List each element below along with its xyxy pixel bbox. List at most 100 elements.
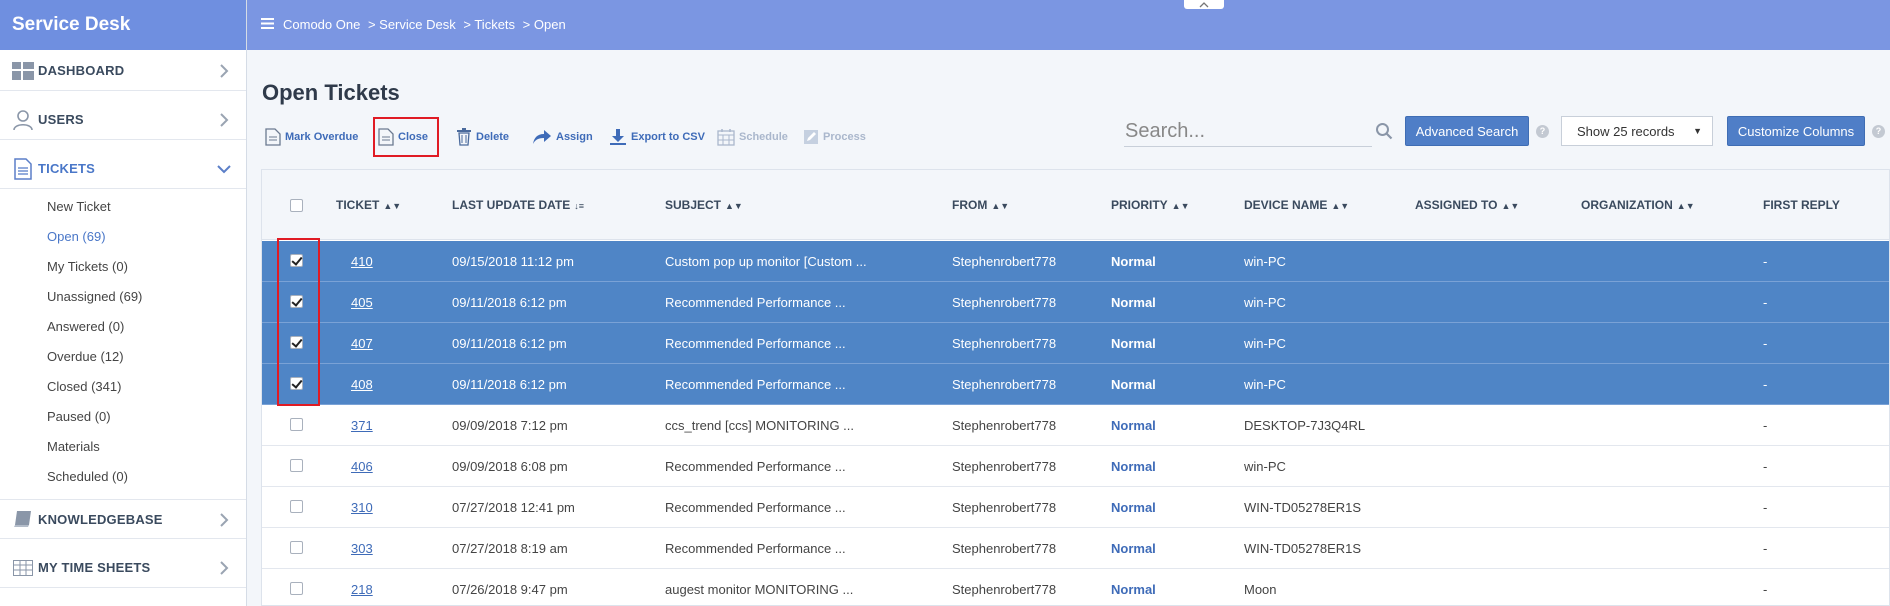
collapse-header-tab[interactable]: [1184, 0, 1224, 9]
ticket-id-link[interactable]: 218: [351, 582, 373, 597]
col-first-reply[interactable]: FIRST REPLY: [1763, 198, 1840, 212]
from-cell: Stephenrobert778: [952, 582, 1057, 597]
last-update-cell: 09/09/2018 6:08 pm: [452, 459, 568, 474]
subject-cell[interactable]: Custom pop up monitor [Custom ...: [665, 254, 867, 269]
table-row[interactable]: 406 09/09/2018 6:08 pm Recommended Perfo…: [262, 446, 1889, 487]
device-cell: win-PC: [1244, 377, 1286, 392]
advanced-search-button[interactable]: Advanced Search: [1405, 116, 1529, 146]
table-row[interactable]: 407 09/11/2018 6:12 pm Recommended Perfo…: [262, 323, 1889, 364]
ticket-id-link[interactable]: 406: [351, 459, 373, 474]
chevron-right-icon: [220, 113, 229, 127]
ticket-id-link[interactable]: 408: [351, 377, 373, 392]
mark-overdue-button[interactable]: Mark Overdue: [265, 124, 358, 150]
subject-cell[interactable]: Recommended Performance ...: [665, 500, 846, 515]
nav-dashboard[interactable]: DASHBOARD: [0, 51, 246, 91]
row-checkbox[interactable]: [290, 418, 303, 431]
table-row[interactable]: 310 07/27/2018 12:41 pm Recommended Perf…: [262, 487, 1889, 528]
row-checkbox[interactable]: [290, 541, 303, 554]
priority-cell: Normal: [1111, 336, 1156, 351]
breadcrumb-service-desk[interactable]: > Service Desk: [368, 17, 456, 32]
sub-overdue[interactable]: Overdue (12): [47, 349, 124, 364]
subject-cell[interactable]: Recommended Performance ...: [665, 295, 846, 310]
table-row[interactable]: 371 09/09/2018 7:12 pm ccs_trend [ccs] M…: [262, 405, 1889, 446]
caret-down-icon: ▼: [1693, 126, 1702, 136]
subject-cell[interactable]: Recommended Performance ...: [665, 541, 846, 556]
sub-my-tickets[interactable]: My Tickets (0): [47, 259, 128, 274]
from-cell: Stephenrobert778: [952, 336, 1057, 351]
ticket-id-link[interactable]: 371: [351, 418, 373, 433]
nav-tickets[interactable]: TICKETS: [0, 149, 246, 189]
subject-cell[interactable]: Recommended Performance ...: [665, 377, 846, 392]
subject-cell[interactable]: augest monitor MONITORING ...: [665, 582, 853, 597]
records-per-page-select[interactable]: Show 25 records ▼: [1561, 116, 1713, 146]
trash-icon: [457, 128, 471, 146]
priority-cell: Normal: [1111, 418, 1156, 433]
assign-label: Assign: [556, 131, 593, 143]
brand-title[interactable]: Service Desk: [0, 0, 246, 50]
select-all-checkbox[interactable]: [290, 199, 303, 212]
device-cell: Moon: [1244, 582, 1277, 597]
records-select-value: Show 25 records: [1577, 123, 1675, 139]
search-input[interactable]: [1124, 117, 1372, 147]
user-icon: [11, 109, 35, 131]
table-icon: [11, 557, 35, 579]
from-cell: Stephenrobert778: [952, 295, 1057, 310]
priority-cell: Normal: [1111, 295, 1156, 310]
export-csv-button[interactable]: Export to CSV: [609, 124, 705, 150]
delete-button[interactable]: Delete: [456, 124, 509, 150]
sub-closed[interactable]: Closed (341): [47, 379, 121, 394]
table-row[interactable]: 410 09/15/2018 11:12 pm Custom pop up mo…: [262, 241, 1889, 282]
customize-columns-button[interactable]: Customize Columns: [1727, 116, 1865, 146]
col-priority[interactable]: PRIORITY ▲▼: [1111, 198, 1190, 212]
nav-users[interactable]: USERS: [0, 100, 246, 140]
device-cell: win-PC: [1244, 295, 1286, 310]
search-icon[interactable]: [1375, 122, 1393, 140]
sub-materials[interactable]: Materials: [47, 439, 100, 454]
col-from[interactable]: FROM ▲▼: [952, 198, 1009, 212]
col-priority-label: PRIORITY: [1111, 198, 1168, 212]
sub-new-ticket[interactable]: New Ticket: [47, 199, 111, 214]
table-row[interactable]: 408 09/11/2018 6:12 pm Recommended Perfo…: [262, 364, 1889, 405]
col-last-update[interactable]: LAST UPDATE DATE ↓≡: [452, 198, 584, 212]
ticket-id-link[interactable]: 407: [351, 336, 373, 351]
sub-scheduled[interactable]: Scheduled (0): [47, 469, 128, 484]
help-icon[interactable]: ?: [1872, 125, 1885, 138]
assign-button[interactable]: Assign: [532, 124, 593, 150]
sub-paused[interactable]: Paused (0): [47, 409, 111, 424]
priority-cell: Normal: [1111, 459, 1156, 474]
first-reply-cell: -: [1763, 541, 1768, 556]
col-assigned[interactable]: ASSIGNED TO ▲▼: [1415, 198, 1519, 212]
table-row[interactable]: 405 09/11/2018 6:12 pm Recommended Perfo…: [262, 282, 1889, 323]
process-button[interactable]: Process: [803, 124, 866, 150]
subject-cell[interactable]: ccs_trend [ccs] MONITORING ...: [665, 418, 854, 433]
sub-open[interactable]: Open (69): [47, 229, 106, 244]
row-checkbox[interactable]: [290, 459, 303, 472]
col-organization[interactable]: ORGANIZATION ▲▼: [1581, 198, 1695, 212]
ticket-id-link[interactable]: 310: [351, 500, 373, 515]
from-cell: Stephenrobert778: [952, 500, 1057, 515]
ticket-id-link[interactable]: 405: [351, 295, 373, 310]
row-checkbox[interactable]: [290, 582, 303, 595]
breadcrumb-tickets[interactable]: > Tickets: [463, 17, 515, 32]
table-row[interactable]: 218 07/26/2018 9:47 pm augest monitor MO…: [262, 569, 1889, 605]
schedule-button[interactable]: Schedule: [717, 124, 788, 150]
breadcrumb-comodo-one[interactable]: Comodo One: [283, 17, 360, 32]
sub-answered[interactable]: Answered (0): [47, 319, 124, 334]
col-ticket[interactable]: TICKET ▲▼: [336, 198, 401, 212]
ticket-id-link[interactable]: 410: [351, 254, 373, 269]
col-subject[interactable]: SUBJECT ▲▼: [665, 198, 743, 212]
subject-cell[interactable]: Recommended Performance ...: [665, 459, 846, 474]
nav-knowledgebase[interactable]: KNOWLEDGEBASE: [0, 499, 246, 539]
sort-icon: ▲▼: [1676, 201, 1695, 211]
hamburger-menu-icon[interactable]: [261, 18, 274, 29]
nav-time-sheets[interactable]: MY TIME SHEETS: [0, 548, 246, 588]
col-device[interactable]: DEVICE NAME ▲▼: [1244, 198, 1349, 212]
top-bar: Comodo One > Service Desk > Tickets > Op…: [247, 0, 1890, 50]
sub-unassigned[interactable]: Unassigned (69): [47, 289, 142, 304]
help-icon[interactable]: ?: [1536, 125, 1549, 138]
ticket-id-link[interactable]: 303: [351, 541, 373, 556]
row-checkbox[interactable]: [290, 500, 303, 513]
subject-cell[interactable]: Recommended Performance ...: [665, 336, 846, 351]
table-row[interactable]: 303 07/27/2018 8:19 am Recommended Perfo…: [262, 528, 1889, 569]
sort-icon: ▲▼: [383, 201, 402, 211]
